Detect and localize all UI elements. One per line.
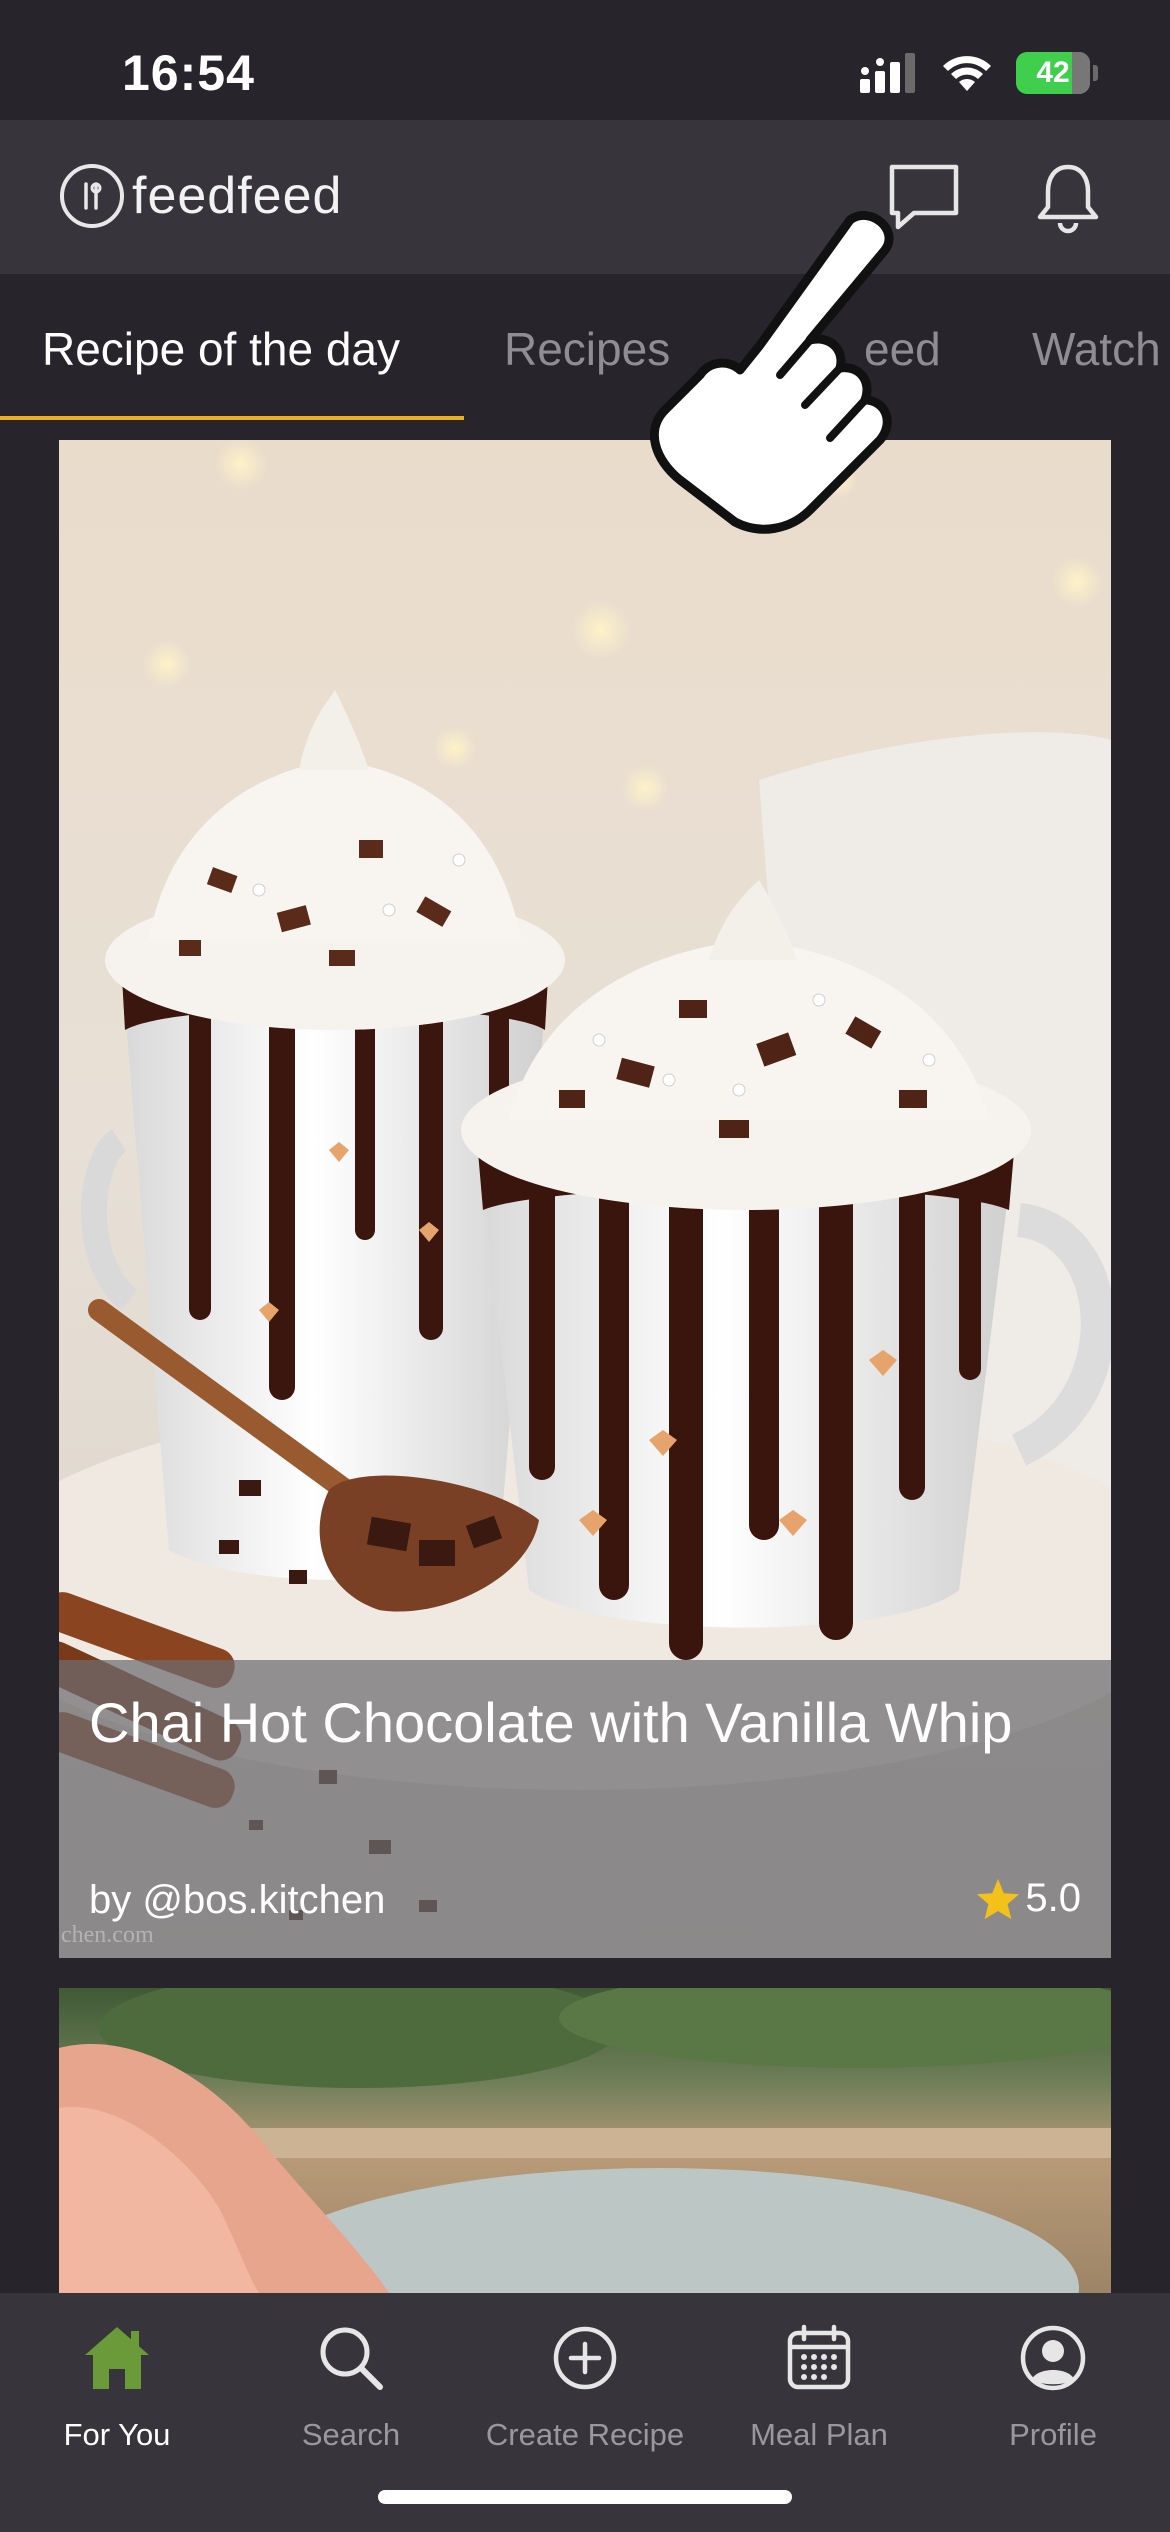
user-circle-icon	[1020, 2325, 1086, 2391]
bell-icon	[1037, 164, 1099, 234]
calendar-icon	[787, 2324, 851, 2390]
rating-value: 5.0	[1025, 1876, 1081, 1920]
tabbar-label: Profile	[1009, 2417, 1097, 2452]
recipe-author[interactable]: by @bos.kitchen	[89, 1878, 385, 1923]
cellular-signal-icon	[860, 53, 915, 93]
tabbar-label: Meal Plan	[750, 2417, 888, 2452]
tabbar-label: Create Recipe	[485, 2417, 685, 2452]
logo-mark-icon	[60, 164, 124, 228]
search-icon	[320, 2327, 383, 2390]
tabbar-label: For You	[63, 2417, 171, 2452]
plus-circle-icon	[553, 2326, 617, 2390]
wifi-icon	[943, 56, 991, 91]
recipe-rating: 5.0	[975, 1876, 1081, 1921]
battery-level: 42	[1036, 56, 1070, 89]
logo-text: feedfeed	[132, 167, 343, 225]
recipe-card-next[interactable]	[59, 1988, 1111, 2293]
star-icon	[977, 1878, 1020, 1919]
app-header: feedfeed	[0, 120, 1170, 274]
tabbar-meal-plan[interactable]: Meal Plan	[702, 2313, 936, 2453]
tabbar-profile[interactable]: Profile	[936, 2313, 1170, 2453]
tabbar-create-recipe[interactable]: Create Recipe	[468, 2313, 702, 2453]
tab-recipe-of-the-day[interactable]: Recipe of the day	[42, 322, 400, 376]
notifications-button[interactable]	[1028, 158, 1108, 238]
battery-icon: 42	[1016, 52, 1098, 94]
tap-hand-pointer-icon	[649, 210, 894, 534]
home-indicator	[378, 2490, 792, 2504]
tabbar-search[interactable]: Search	[234, 2313, 468, 2453]
home-icon	[85, 2327, 149, 2389]
tab-watch[interactable]: Watch	[1032, 322, 1161, 376]
active-tab-indicator	[0, 416, 464, 420]
status-time: 16:54	[122, 45, 255, 101]
photo-watermark: chen.com	[61, 1922, 154, 1948]
recipe-photo-next	[59, 1988, 1111, 2293]
recipe-title[interactable]: Chai Hot Chocolate with Vanilla Whip	[89, 1690, 1012, 1755]
category-tabs: Recipe of the day Recipes eed Watch	[0, 274, 1170, 420]
status-icons: 42	[860, 52, 1098, 94]
tabbar-label: Search	[301, 2417, 401, 2452]
feedfeed-logo[interactable]: feedfeed	[60, 164, 342, 228]
status-bar: 16:54 42	[0, 0, 1170, 120]
tabbar-for-you[interactable]: For You	[0, 2313, 234, 2453]
